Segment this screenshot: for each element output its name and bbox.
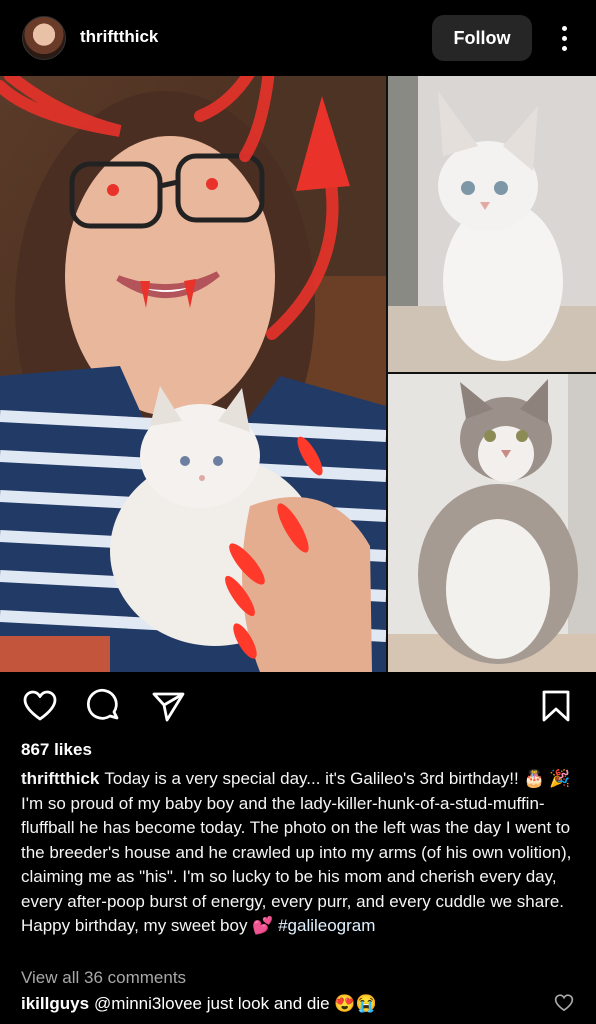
likes-count[interactable]: 867 likes [21,740,92,760]
send-icon[interactable] [150,688,186,724]
comment-text: @minni3lovee just look and die 😍😭 [94,994,377,1013]
more-vertical-icon[interactable] [553,20,575,56]
comment-item: ikillguys @minni3lovee just look and die … [21,994,541,1014]
photo-white-kitten-art [388,76,596,372]
follow-button[interactable]: Follow [432,15,532,61]
heart-icon[interactable] [554,993,574,1013]
photo-grown-cat-art [388,374,596,672]
caption-text: Today is a very special day... it's Gali… [21,769,572,935]
username[interactable]: thriftthick [80,27,158,47]
view-all-comments-link[interactable]: View all 36 comments [21,968,186,988]
photo-woman-holding-kitten [0,76,386,672]
comment-icon[interactable] [86,688,122,724]
caption-username[interactable]: thriftthick [21,769,99,788]
post-header: thriftthick Follow [0,0,596,76]
action-bar [0,680,596,732]
post-media[interactable] [0,76,596,672]
avatar[interactable] [22,16,66,60]
photo-grown-cat [388,374,596,672]
bookmark-icon[interactable] [538,688,574,724]
post-caption: thriftthick Today is a very special day..… [21,767,577,939]
heart-icon[interactable] [22,688,58,724]
comment-username[interactable]: ikillguys [21,994,89,1013]
photo-white-kitten [388,76,596,372]
photo-woman-holding-kitten-art [0,76,386,672]
hashtag-link[interactable]: #galileogram [278,916,375,935]
